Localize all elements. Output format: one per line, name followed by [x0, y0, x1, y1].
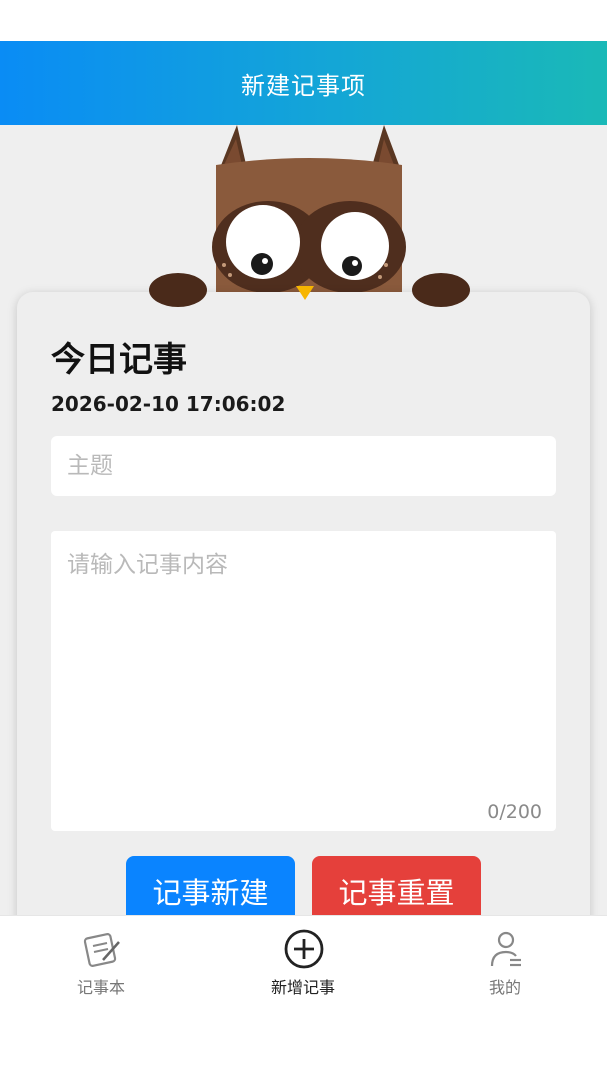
tab-add-note[interactable]: 新增记事 [202, 916, 404, 1006]
reset-note-button[interactable]: 记事重置 [312, 856, 481, 915]
main-content: 今日记事 2026-02-10 17:06:02 0/200 记事新建 记事重置 [0, 125, 607, 915]
nav-bar: 新建记事项 [0, 41, 607, 125]
tab-label-notebook: 记事本 [76, 978, 125, 997]
tab-label-mine: 我的 [488, 978, 521, 997]
content-textarea[interactable] [51, 531, 556, 831]
add-circle-icon [284, 929, 324, 969]
owl-left-paw [149, 273, 207, 307]
user-icon [490, 931, 521, 967]
char-counter: 0/200 [487, 801, 542, 823]
current-datetime: 2026-02-10 17:06:02 [51, 392, 286, 416]
card-title: 今日记事 [51, 340, 187, 380]
note-card: 今日记事 2026-02-10 17:06:02 0/200 记事新建 记事重置 [17, 292, 590, 915]
notebook-icon [83, 933, 120, 967]
tab-label-add-note: 新增记事 [270, 978, 335, 997]
bottom-tab-bar: 记事本 新增记事 我的 [0, 915, 607, 1080]
owl-beak [296, 286, 314, 300]
create-note-button[interactable]: 记事新建 [126, 856, 295, 915]
status-bar [0, 0, 607, 41]
subject-input[interactable] [51, 436, 556, 496]
tab-mine[interactable]: 我的 [404, 916, 606, 1006]
page-title: 新建记事项 [241, 71, 366, 100]
owl-right-paw [412, 273, 470, 307]
tab-notebook[interactable]: 记事本 [0, 916, 202, 1006]
